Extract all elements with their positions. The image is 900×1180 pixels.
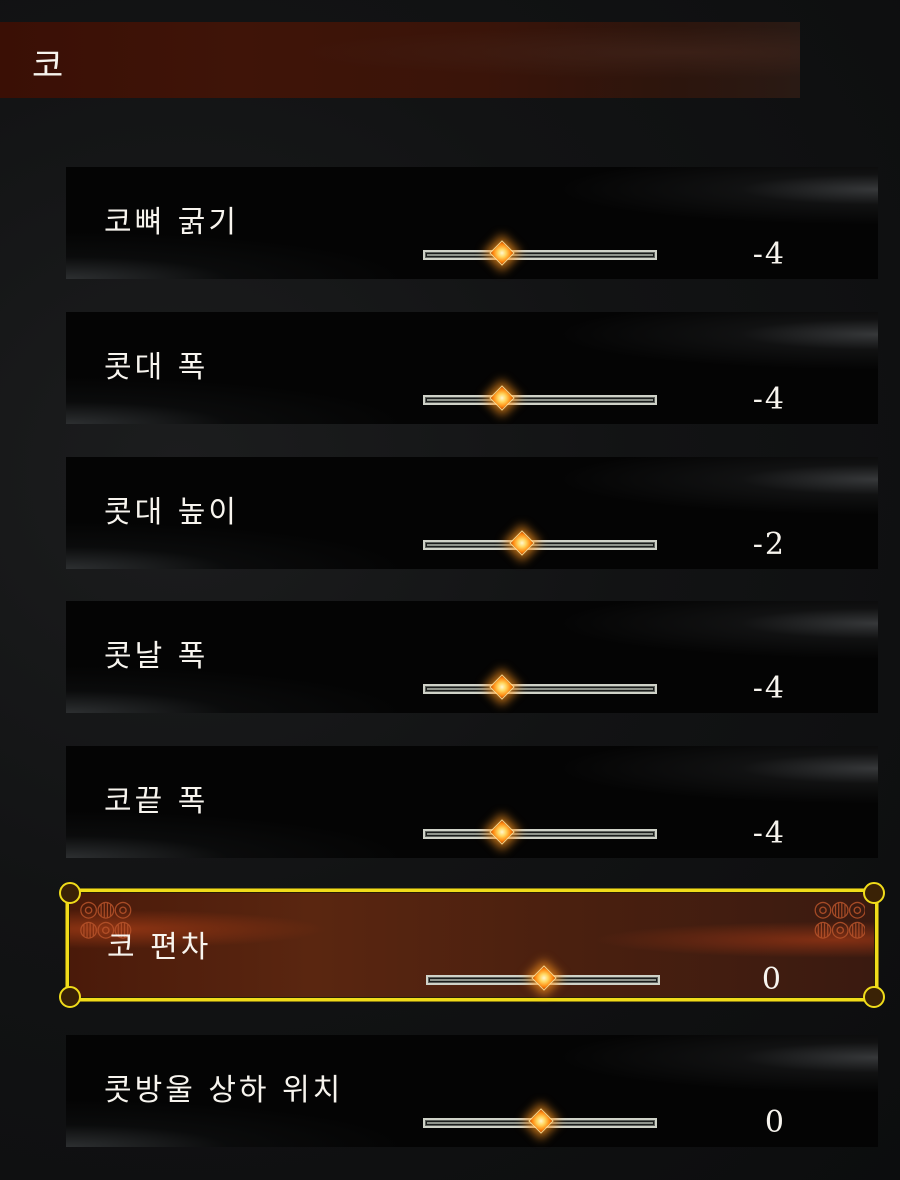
- slider[interactable]: [423, 240, 657, 266]
- slider-thumb[interactable]: [508, 530, 535, 556]
- slider-label: 코뼈 굵기: [104, 205, 239, 240]
- pattern-ornament-icon: ◎◍◎ ◍◎◍: [813, 900, 865, 942]
- slider-thumb[interactable]: [489, 240, 515, 266]
- slider-track[interactable]: [423, 540, 657, 550]
- slider-value: -2: [752, 527, 786, 562]
- slider-thumb[interactable]: [528, 1108, 554, 1134]
- slider-track[interactable]: [423, 395, 657, 405]
- slider-row[interactable]: 콧대 폭 -4: [66, 312, 878, 424]
- frame-corner-ornament: [59, 882, 81, 904]
- slider-label: 콧대 폭: [104, 350, 209, 385]
- slider-label: 콧날 폭: [104, 639, 209, 674]
- slider[interactable]: [423, 1108, 657, 1134]
- slider-row[interactable]: 콧날 폭 -4: [66, 601, 878, 713]
- slider[interactable]: [426, 965, 660, 991]
- slider-thumb[interactable]: [489, 674, 515, 700]
- section-header: 코: [0, 22, 800, 98]
- slider-row[interactable]: 콧방울 상하 위치 0: [66, 1035, 878, 1147]
- slider[interactable]: [423, 530, 657, 556]
- slider-row[interactable]: 코끝 폭 -4: [66, 746, 878, 858]
- slider-label: 콧대 높이: [104, 495, 239, 530]
- section-title: 코: [32, 46, 66, 86]
- slider-track[interactable]: [423, 684, 657, 694]
- slider-row[interactable]: 코뼈 굵기 -4: [66, 167, 878, 279]
- frame-corner-ornament: [863, 882, 885, 904]
- frame-corner-ornament: [863, 986, 885, 1008]
- slider-value: 0: [761, 962, 783, 997]
- slider-row[interactable]: ◎◍◎ ◍◎◍ ◎◍◎ ◍◎◍ 코 편차 0: [59, 882, 885, 1008]
- slider-value: -4: [752, 671, 786, 706]
- slider[interactable]: [423, 385, 657, 411]
- slider-value: -4: [752, 237, 786, 272]
- slider-track[interactable]: [423, 250, 657, 260]
- slider[interactable]: [423, 674, 657, 700]
- slider-thumb[interactable]: [489, 385, 515, 411]
- slider-track[interactable]: [423, 829, 657, 839]
- slider-thumb[interactable]: [489, 819, 515, 845]
- slider-value: -4: [752, 382, 786, 417]
- slider-label: 코끝 폭: [104, 784, 209, 819]
- slider-value: 0: [764, 1105, 786, 1140]
- frame-corner-ornament: [59, 986, 81, 1008]
- slider-value: -4: [752, 816, 786, 851]
- slider-thumb[interactable]: [531, 965, 557, 991]
- slider[interactable]: [423, 819, 657, 845]
- slider-label: 코 편차: [107, 930, 212, 965]
- slider-row[interactable]: 콧대 높이 -2: [66, 457, 878, 569]
- slider-label: 콧방울 상하 위치: [104, 1073, 344, 1108]
